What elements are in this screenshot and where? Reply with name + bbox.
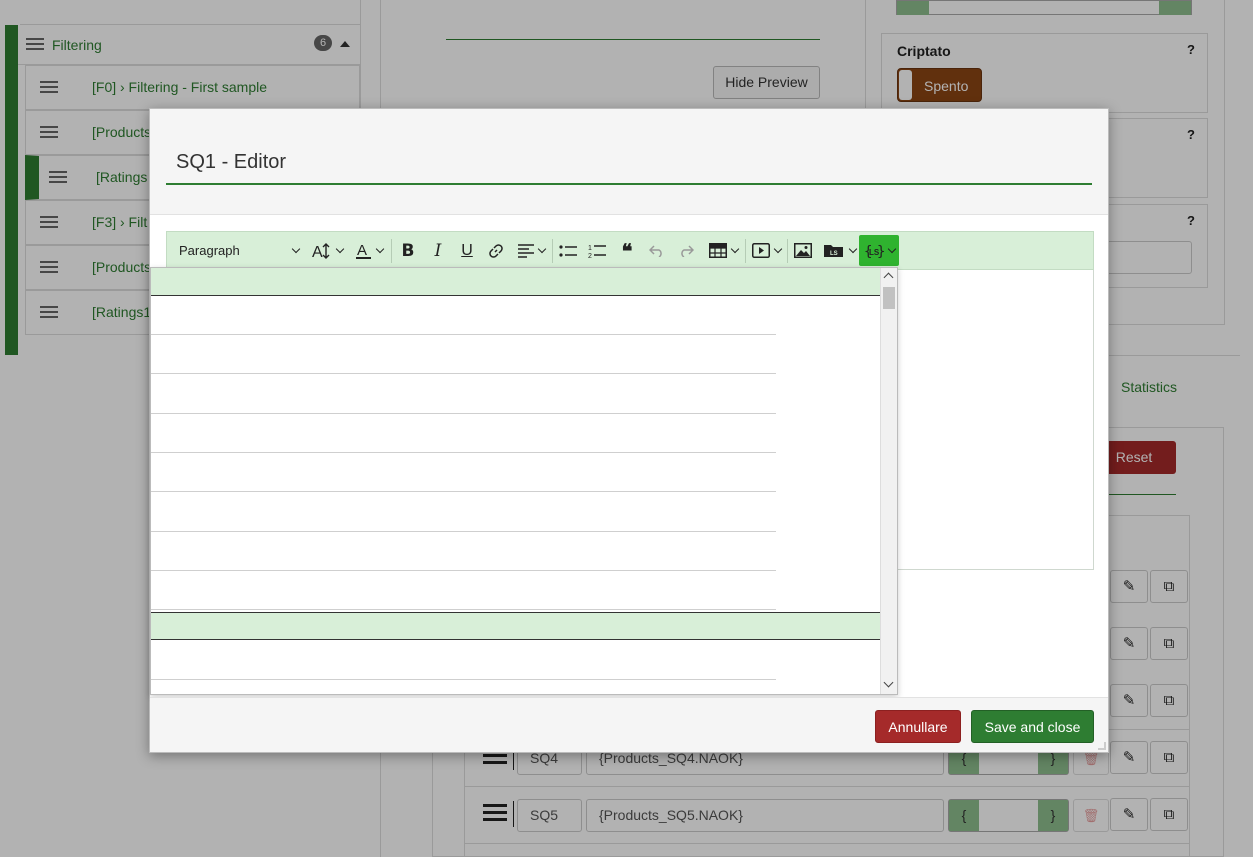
- image-icon[interactable]: [789, 232, 817, 269]
- cancel-button[interactable]: Annullare: [875, 710, 961, 743]
- modal-header: SQ1 - Editor: [150, 109, 1108, 215]
- svg-text:A: A: [312, 244, 323, 260]
- font-color-icon[interactable]: A: [350, 232, 388, 269]
- modal-footer: Annullare Save and close: [150, 697, 1108, 752]
- modal-title-underline: [166, 183, 1092, 185]
- text-size-icon[interactable]: A: [307, 232, 347, 269]
- dropdown-header-row: [151, 612, 882, 640]
- undo-icon[interactable]: [643, 232, 671, 269]
- svg-text:LS: LS: [830, 251, 838, 257]
- dropdown-header-row: [151, 268, 882, 296]
- expression-dropdown-panel[interactable]: [150, 267, 898, 695]
- svg-text:A: A: [357, 242, 367, 259]
- table-icon[interactable]: [703, 232, 743, 269]
- svg-text:}: }: [877, 244, 884, 259]
- scroll-down-icon[interactable]: [883, 677, 894, 688]
- scroll-thumb[interactable]: [883, 287, 895, 309]
- chevron-down-icon: [291, 244, 301, 253]
- dropdown-scrollbar[interactable]: [880, 268, 897, 694]
- italic-icon[interactable]: I: [424, 232, 452, 269]
- underline-icon[interactable]: U: [453, 232, 481, 269]
- file-manager-icon[interactable]: LS: [819, 232, 859, 269]
- bulleted-list-icon[interactable]: [554, 232, 582, 269]
- blockquote-icon[interactable]: ❝: [613, 232, 641, 269]
- editor-modal: SQ1 - Editor Paragraph A A B I U 12 ❝ LS…: [149, 108, 1109, 753]
- expression-icon[interactable]: {LS}: [859, 235, 899, 266]
- link-icon[interactable]: [482, 232, 510, 269]
- paragraph-format-dropdown[interactable]: Paragraph: [179, 232, 301, 269]
- media-icon[interactable]: [747, 232, 785, 269]
- resize-grip-icon[interactable]: [1098, 742, 1106, 750]
- save-and-close-button[interactable]: Save and close: [971, 710, 1094, 743]
- svg-text:2: 2: [588, 253, 592, 259]
- scroll-up-icon[interactable]: [883, 272, 894, 283]
- numbered-list-icon[interactable]: 12: [583, 232, 611, 269]
- paragraph-label: Paragraph: [179, 243, 240, 258]
- bold-icon[interactable]: B: [394, 232, 422, 269]
- editor-toolbar: Paragraph A A B I U 12 ❝ LS {LS: [166, 231, 1094, 270]
- svg-text:1: 1: [588, 245, 592, 252]
- redo-icon[interactable]: [672, 232, 700, 269]
- modal-title: SQ1 - Editor: [176, 151, 287, 173]
- align-icon[interactable]: [513, 232, 549, 269]
